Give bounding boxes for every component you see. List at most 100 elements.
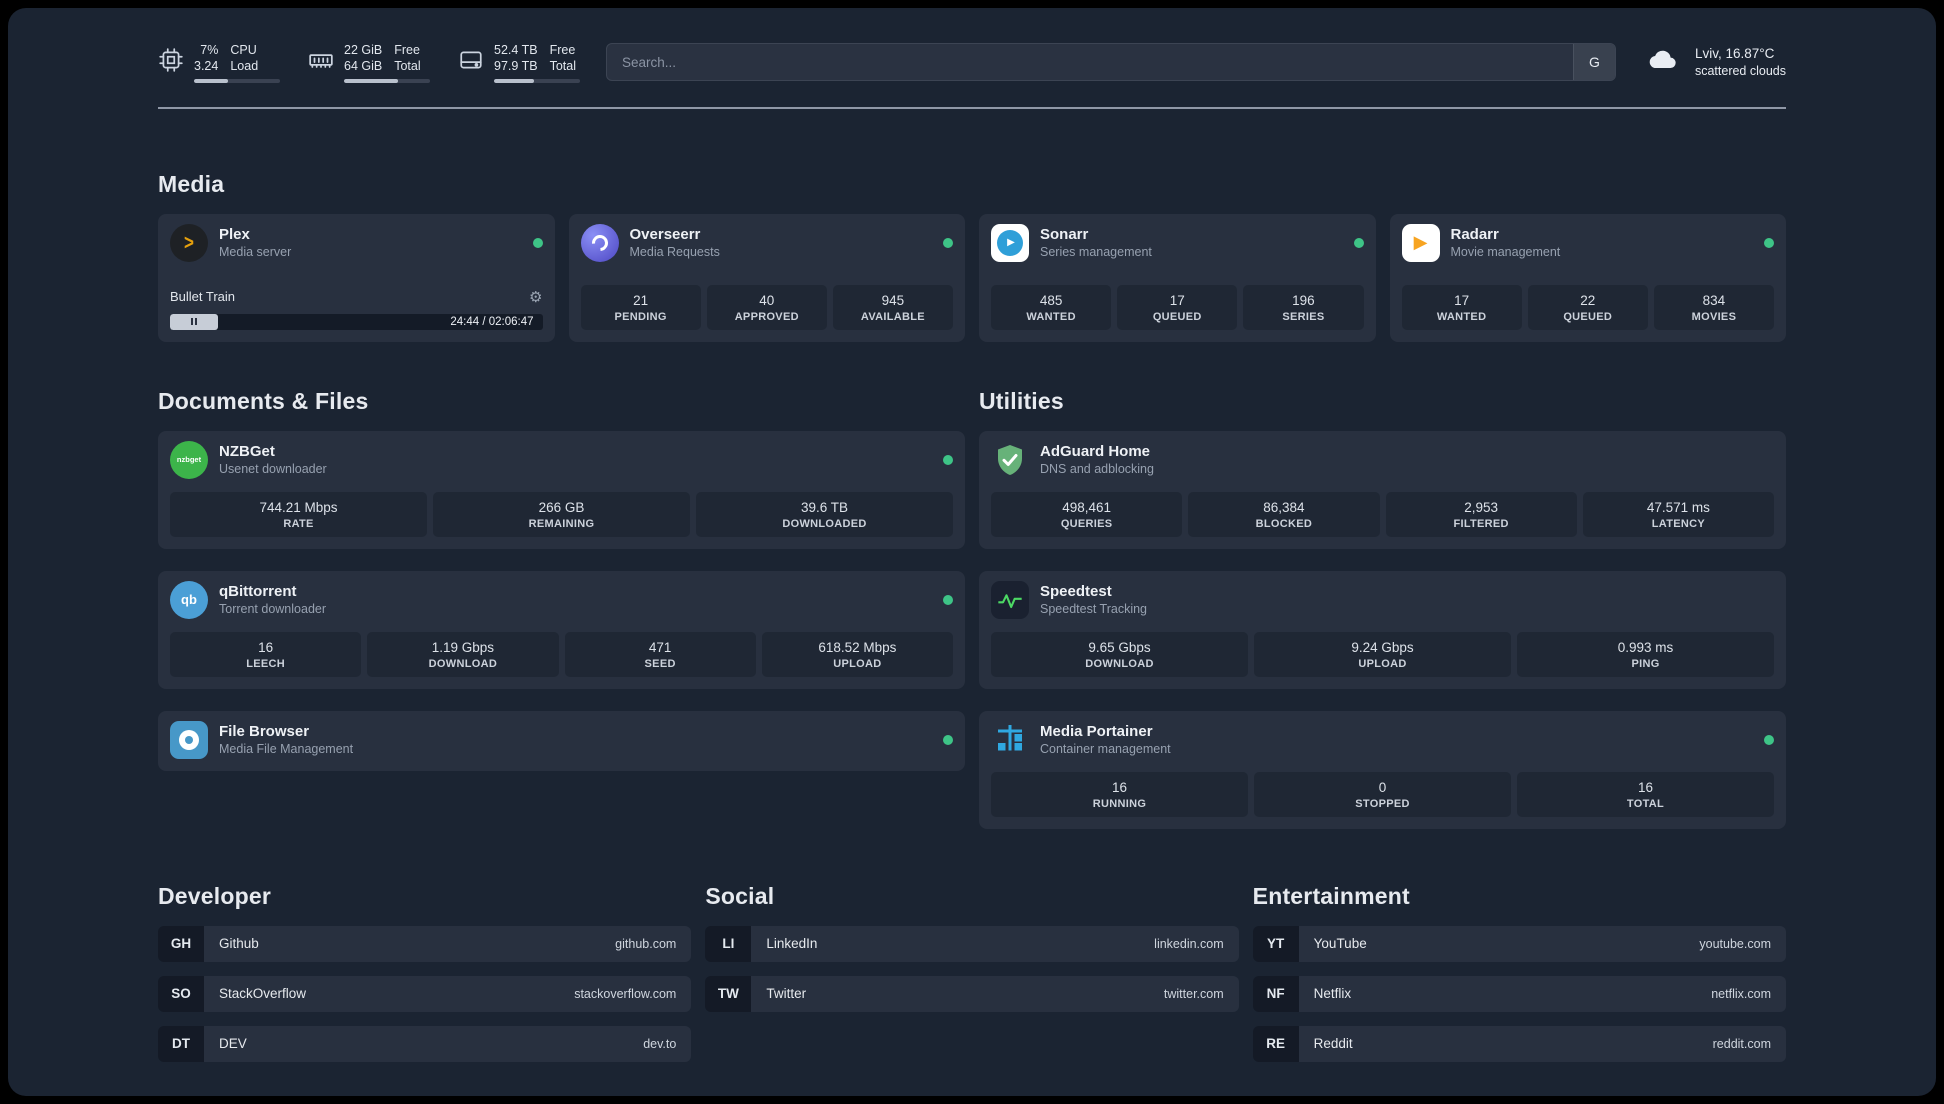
cpu-load-value: 3.24 <box>194 59 219 74</box>
service-desc: Container management <box>1040 742 1171 756</box>
status-dot <box>1764 237 1774 248</box>
bookmark-name: DEV <box>219 1036 247 1051</box>
cpu-progress-fill <box>194 78 229 83</box>
bookmark-abbr: TW <box>705 975 752 1012</box>
memory-total-label: Total <box>394 59 421 74</box>
status-dot <box>943 734 953 745</box>
section-title-social: Social <box>705 882 775 909</box>
service-name: NZBGet <box>219 443 275 460</box>
bookmark-reddit[interactable]: RE Reddit reddit.com <box>1252 1025 1786 1062</box>
service-card-plex[interactable]: > Plex Media server Bullet Train ⚙ 24:44… <box>158 213 555 342</box>
disk-progress-bar <box>494 78 580 83</box>
portainer-text: Media Portainer Container management <box>1040 723 1171 756</box>
adguard-text: AdGuard Home DNS and adblocking <box>1040 443 1154 476</box>
bookmark-linkedin[interactable]: LI LinkedIn linkedin.com <box>705 925 1239 962</box>
settings-icon[interactable]: ⚙ <box>529 288 542 306</box>
service-card-adguard[interactable]: AdGuard Home DNS and adblocking 498,461 … <box>979 430 1786 549</box>
plex-glyph: > <box>184 230 194 254</box>
stat-tile: 945 AVAILABLE <box>832 284 954 330</box>
filebrowser-text: File Browser Media File Management <box>219 723 353 756</box>
stats-row: 744.21 Mbps RATE 266 GB REMAINING 39.6 T… <box>170 491 953 537</box>
service-name: qBittorrent <box>219 583 297 600</box>
service-card-qbittorrent[interactable]: qb qBittorrent Torrent downloader 16 LEE… <box>158 570 965 689</box>
disk-icon <box>458 47 484 78</box>
stats-row: 498,461 QUERIES 86,384 BLOCKED 2,953 FIL… <box>991 491 1774 537</box>
service-card-portainer[interactable]: Media Portainer Container management 16 … <box>979 710 1786 829</box>
bookmark-youtube[interactable]: YT YouTube youtube.com <box>1252 925 1786 962</box>
stat-tile: 22 QUEUED <box>1527 284 1648 330</box>
stat-tile: 16 RUNNING <box>991 771 1248 817</box>
bookmark-abbr: DT <box>158 1025 204 1062</box>
bookmark-name: YouTube <box>1313 936 1367 951</box>
disk-widget: 52.4 TB 97.9 TB Free Total <box>458 42 580 83</box>
stats-row: 9.65 Gbps DOWNLOAD 9.24 Gbps UPLOAD 0.99… <box>991 631 1774 677</box>
plex-icon: > <box>170 223 208 262</box>
stat-tile: 40 APPROVED <box>706 284 827 330</box>
service-name: Radarr <box>1450 226 1499 243</box>
service-name: Overseerr <box>629 226 701 243</box>
media-card-row: > Plex Media server Bullet Train ⚙ 24:44… <box>158 213 1786 342</box>
stats-row: 485 WANTED 17 QUEUED 196 SERIES <box>991 284 1364 330</box>
status-dot <box>532 237 543 248</box>
section-title-developer: Developer <box>158 882 272 909</box>
stats-row: 16 RUNNING 0 STOPPED 16 TOTAL <box>991 771 1774 817</box>
service-name: AdGuard Home <box>1040 443 1151 460</box>
qbittorrent-text: qBittorrent Torrent downloader <box>219 583 326 616</box>
nzbget-text: NZBGet Usenet downloader <box>219 443 327 476</box>
bookmark-abbr: NF <box>1252 975 1299 1012</box>
stats-row: 16 LEECH 1.19 Gbps DOWNLOAD 471 SEED 618… <box>170 631 953 677</box>
service-card-filebrowser[interactable]: File Browser Media File Management <box>158 710 965 771</box>
filebrowser-icon <box>170 720 208 759</box>
service-desc: Series management <box>1040 245 1152 259</box>
stat-tile: 485 WANTED <box>991 284 1112 330</box>
bookmark-stackoverflow[interactable]: SO StackOverflow stackoverflow.com <box>158 975 692 1012</box>
section-title-documents: Documents & Files <box>158 387 369 414</box>
disk-stats: 52.4 TB 97.9 TB Free Total <box>494 42 580 83</box>
memory-total-value: 64 GiB <box>344 59 383 74</box>
stat-tile: 16 TOTAL <box>1517 771 1774 817</box>
top-bar: 7% 3.24 CPU Load 22 GiB 64 GiB Free Tota… <box>158 42 1786 83</box>
dashboard-content: 7% 3.24 CPU Load 22 GiB 64 GiB Free Tota… <box>158 8 1786 1076</box>
service-card-overseerr[interactable]: Overseerr Media Requests 21 PENDING 40 A… <box>568 213 965 342</box>
status-dot <box>1764 734 1774 745</box>
service-card-sonarr[interactable]: ▶ Sonarr Series management 485 WANTED 17… <box>979 213 1376 342</box>
status-dot <box>943 594 953 605</box>
bookmark-name: Twitter <box>766 986 807 1001</box>
plex-now-playing: Bullet Train ⚙ 24:44 / 02:06:47 <box>170 280 543 330</box>
memory-widget: 22 GiB 64 GiB Free Total <box>308 42 430 83</box>
stat-tile: 47.571 ms LATENCY <box>1582 491 1774 537</box>
search-provider-button[interactable]: G <box>1572 44 1615 81</box>
stat-tile: 266 GB REMAINING <box>433 491 690 537</box>
bookmark-name: Github <box>219 936 259 951</box>
cpu-label: CPU <box>230 43 257 57</box>
cpu-icon <box>158 47 184 78</box>
bookmark-url: reddit.com <box>1712 1036 1771 1051</box>
bookmark-url: linkedin.com <box>1154 936 1224 951</box>
bookmark-abbr: GH <box>158 925 204 962</box>
bookmark-twitter[interactable]: TW Twitter twitter.com <box>705 975 1239 1012</box>
service-card-nzbget[interactable]: nzbget NZBGet Usenet downloader 744.21 M… <box>158 430 965 549</box>
search-input[interactable] <box>607 44 1573 81</box>
resource-widgets: 7% 3.24 CPU Load 22 GiB 64 GiB Free Tota… <box>158 42 580 83</box>
bookmark-netflix[interactable]: NF Netflix netflix.com <box>1252 975 1786 1012</box>
radarr-icon: ▶ <box>1401 223 1440 262</box>
bookmark-name: StackOverflow <box>219 986 307 1001</box>
playback-progress-bar[interactable]: 24:44 / 02:06:47 <box>170 313 543 330</box>
bookmark-github[interactable]: GH Github github.com <box>158 925 692 962</box>
bookmark-dev[interactable]: DT DEV dev.to <box>158 1025 692 1062</box>
service-desc: Media server <box>219 245 292 259</box>
memory-free-value: 22 GiB <box>344 43 383 57</box>
status-dot <box>943 454 953 465</box>
service-card-radarr[interactable]: ▶ Radarr Movie management 17 WANTED 22 Q… <box>1389 213 1786 342</box>
cpu-progress-bar <box>194 78 280 83</box>
cpu-stats: 7% 3.24 CPU Load <box>194 42 280 83</box>
stat-tile: 471 SEED <box>564 631 756 677</box>
bookmark-url: github.com <box>615 936 677 951</box>
bookmark-url: twitter.com <box>1163 986 1224 1001</box>
stat-tile: 834 MOVIES <box>1653 284 1775 330</box>
service-card-speedtest[interactable]: Speedtest Speedtest Tracking 9.65 Gbps D… <box>979 570 1786 689</box>
service-name: Media Portainer <box>1040 723 1153 740</box>
playback-time: 24:44 / 02:06:47 <box>450 315 534 328</box>
service-desc: Media File Management <box>219 742 354 756</box>
stats-row: 17 WANTED 22 QUEUED 834 MOVIES <box>1401 284 1775 330</box>
